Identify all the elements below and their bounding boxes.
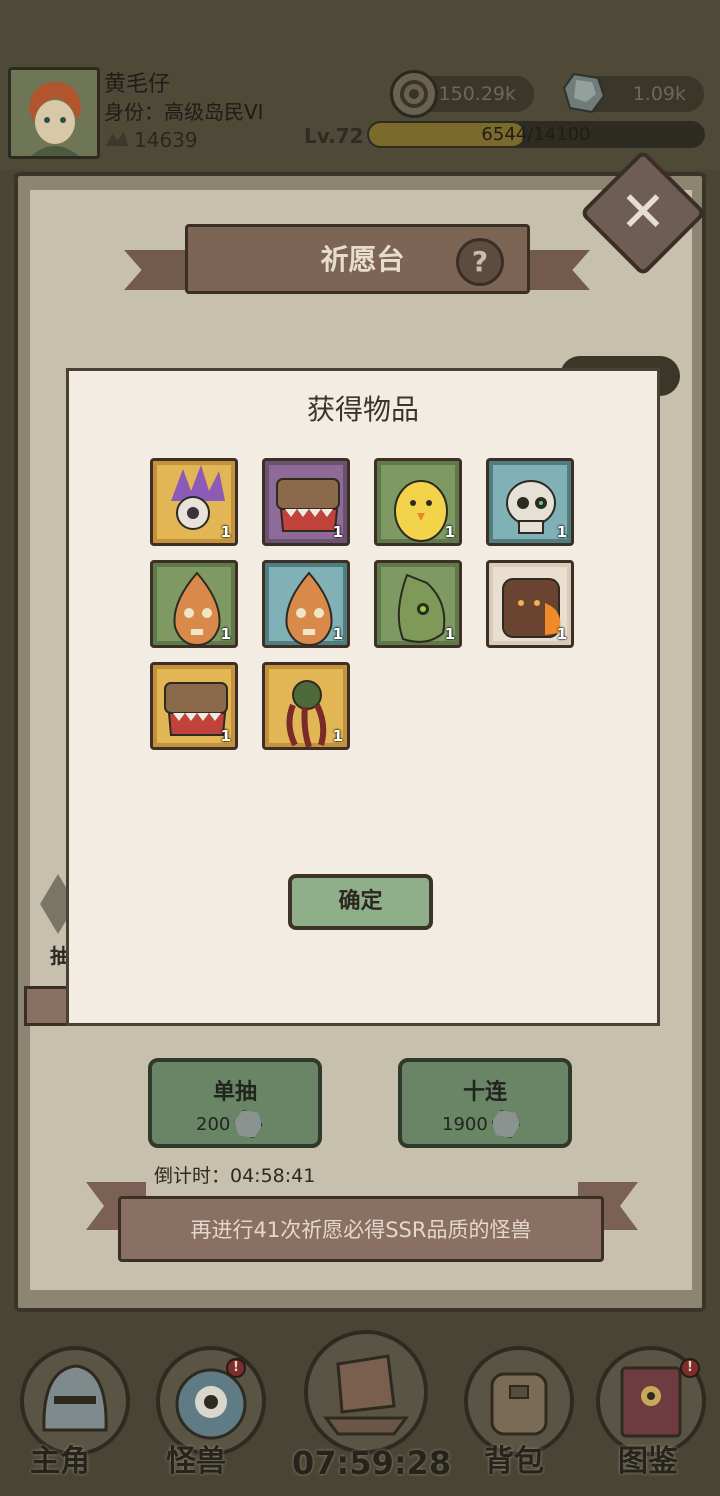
item-count: 1 xyxy=(332,727,343,745)
player-name: 黄毛仔 xyxy=(104,72,171,97)
player-rank: 身份：高级岛民VI xyxy=(104,100,264,124)
player-avatar[interactable] xyxy=(8,67,100,159)
single-pull-button[interactable]: 单抽 200 xyxy=(148,1058,322,1148)
ship-icon xyxy=(323,1354,409,1436)
item-count: 1 xyxy=(556,523,567,541)
nav-icon-frame xyxy=(304,1330,428,1454)
nav-item-backpack[interactable]: 背包 xyxy=(454,1342,584,1492)
reward-item[interactable]: 1 xyxy=(486,458,574,546)
ten-pull-button[interactable]: 十连 1900 xyxy=(398,1058,572,1148)
nav-label-hero: 主角 xyxy=(30,1444,90,1479)
confirm-button[interactable]: 确定 xyxy=(288,874,433,930)
item-count: 1 xyxy=(444,625,455,643)
item-count: 1 xyxy=(444,523,455,541)
reward-item[interactable]: 1 xyxy=(262,458,350,546)
item-count: 1 xyxy=(220,523,231,541)
close-icon[interactable]: ✕ xyxy=(598,168,688,258)
nav-label-backpack: 背包 xyxy=(484,1444,544,1479)
nav-badge-monster: ! xyxy=(226,1358,246,1378)
nav-badge-codex: ! xyxy=(680,1358,700,1378)
ten-pull-label: 十连 xyxy=(462,1080,507,1105)
power-value: 14639 xyxy=(134,128,198,152)
nav-label-codex: 图鉴 xyxy=(618,1444,678,1479)
item-count: 1 xyxy=(220,625,231,643)
power-icon xyxy=(104,128,130,150)
gem-value: 1.09k xyxy=(632,83,686,105)
coin-value: 150.29k xyxy=(438,83,516,105)
single-pull-label: 单抽 xyxy=(212,1080,257,1105)
reward-item[interactable]: 1 xyxy=(374,458,462,546)
reward-item[interactable]: 1 xyxy=(150,662,238,750)
nav-label-monster: 怪兽 xyxy=(166,1444,226,1479)
nav-timer: 07:59:28 xyxy=(292,1444,452,1482)
pity-text: 再进行41次祈愿必得SSR品质的怪兽 xyxy=(190,1218,532,1242)
item-count: 1 xyxy=(332,523,343,541)
nav-item-codex[interactable]: ! 图鉴 xyxy=(590,1342,720,1492)
reward-item[interactable]: 1 xyxy=(150,560,238,648)
reward-item[interactable]: 1 xyxy=(150,458,238,546)
nav-item-monster[interactable]: ! 怪兽 xyxy=(146,1342,276,1492)
coin-icon xyxy=(390,70,438,118)
nav-item-hero[interactable]: 主角 xyxy=(10,1342,140,1492)
countdown-text: 倒计时：04:58:41 xyxy=(154,1165,316,1187)
ten-pull-cost: 1900 xyxy=(442,1113,488,1135)
gem-icon xyxy=(562,70,606,114)
single-pull-cost: 200 xyxy=(196,1113,231,1135)
item-count: 1 xyxy=(220,727,231,745)
reward-item[interactable]: 1 xyxy=(486,560,574,648)
avatar-portrait-icon xyxy=(11,70,97,156)
item-count: 1 xyxy=(556,625,567,643)
gem-icon xyxy=(491,1110,520,1138)
reward-item[interactable]: 1 xyxy=(262,560,350,648)
player-level: Lv.72 xyxy=(304,124,364,148)
xp-text: 6544/14100 xyxy=(481,124,591,145)
reward-item[interactable]: 1 xyxy=(262,662,350,750)
gem-icon xyxy=(234,1110,263,1138)
nav-item-ship[interactable] xyxy=(290,1330,440,1454)
reward-item[interactable]: 1 xyxy=(374,560,462,648)
item-count: 1 xyxy=(332,625,343,643)
popup-title: 获得物品 xyxy=(306,393,419,426)
help-button[interactable]: ? xyxy=(456,238,504,286)
